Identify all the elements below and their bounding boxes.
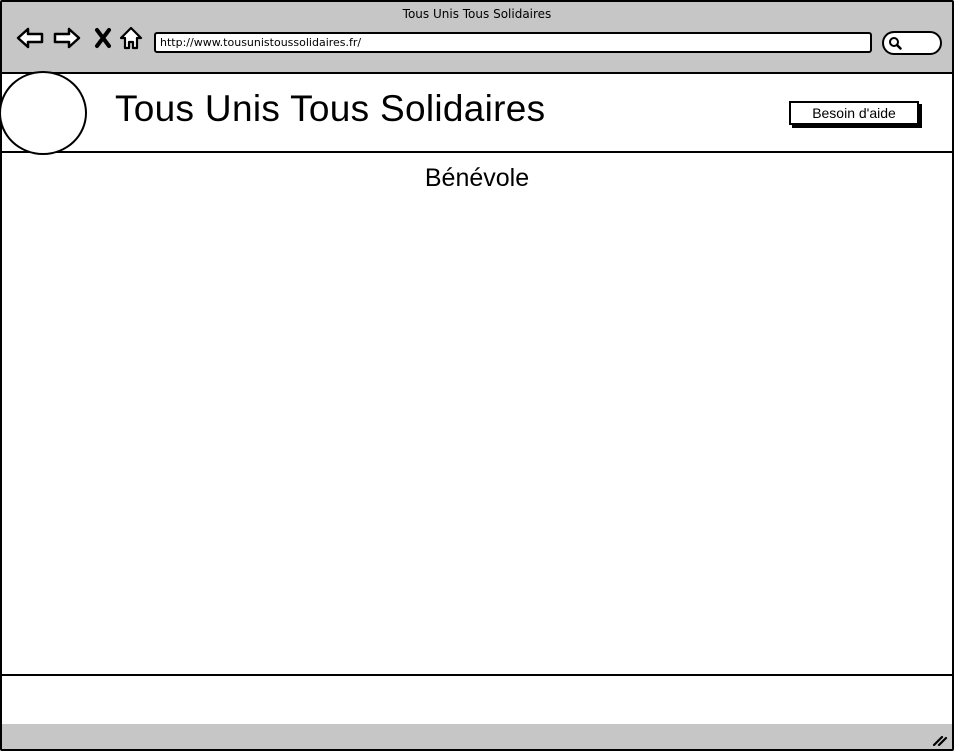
site-title: Tous Unis Tous Solidaires xyxy=(115,88,546,129)
window-title: Tous Unis Tous Solidaires xyxy=(402,7,552,21)
browser-chrome: Tous Unis Tous Solidaires http://www.tou… xyxy=(2,2,952,74)
browser-window: Tous Unis Tous Solidaires http://www.tou… xyxy=(0,0,954,751)
home-icon[interactable] xyxy=(116,24,146,52)
page-footer xyxy=(2,674,952,726)
url-bar[interactable]: http://www.tousunistoussolidaires.fr/ xyxy=(154,32,872,53)
search-field[interactable] xyxy=(882,31,942,55)
forward-arrow-icon[interactable] xyxy=(52,24,82,52)
status-bar xyxy=(2,724,952,749)
logo-placeholder xyxy=(0,71,87,155)
page-title: Bénévole xyxy=(424,164,530,192)
close-x-icon[interactable] xyxy=(88,24,118,52)
search-icon xyxy=(889,37,902,50)
help-button[interactable]: Besoin d'aide xyxy=(789,101,919,125)
site-header: Tous Unis Tous Solidaires Besoin d'aide xyxy=(0,71,952,155)
back-arrow-icon[interactable] xyxy=(15,24,45,52)
resize-grip-icon[interactable] xyxy=(932,732,948,746)
